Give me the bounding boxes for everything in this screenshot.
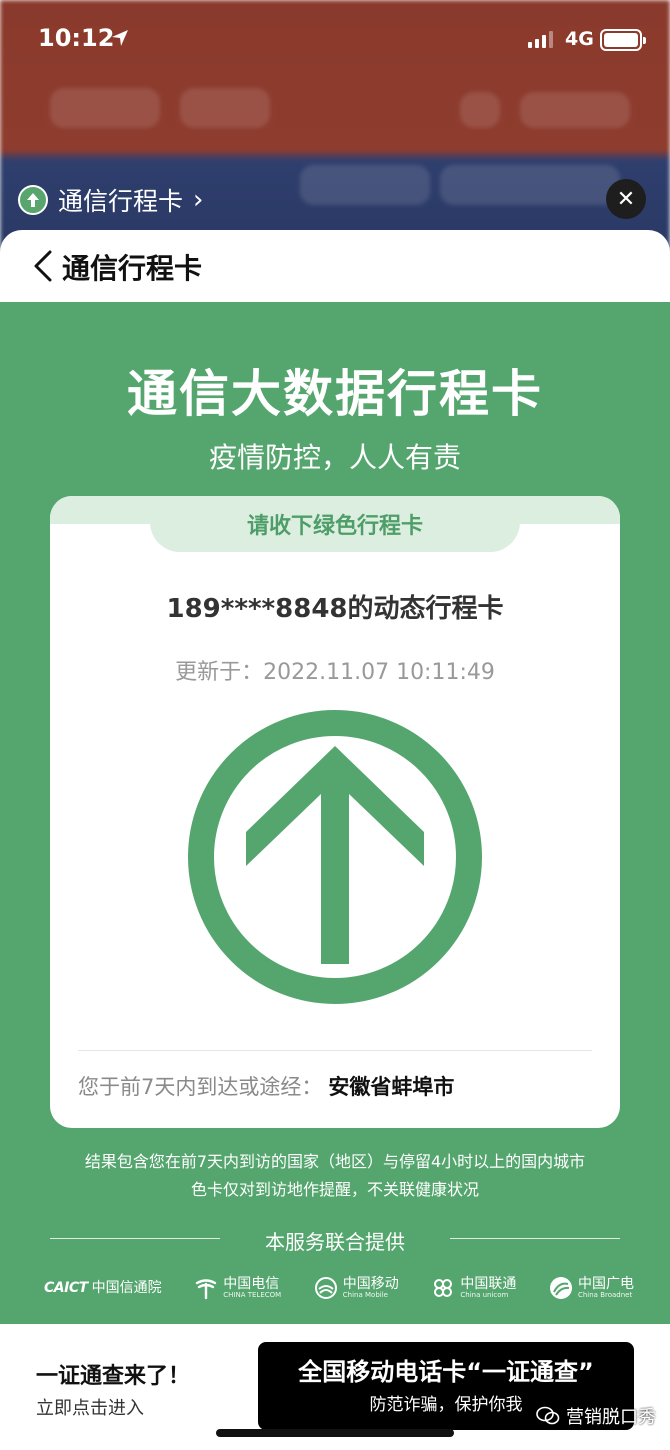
provider-heading-row: 本服务联合提供 [50,1226,620,1254]
status-time: 10:12 [38,24,115,52]
green-arrow-icon [188,710,482,1004]
main-heading: 通信大数据行程卡 [127,365,543,423]
note-line-2: 色卡仅对到访地作提醒，不关联健康状况 [190,1180,479,1199]
china-mobile-icon: 中国移动 China Mobile [314,1276,399,1300]
provider-heading: 本服务联合提供 [265,1230,405,1254]
chevron-right-icon: › [193,185,204,215]
itinerary-card: 请收下绿色行程卡 189****8848的动态行程卡 更新于：2022.11.0… [50,496,620,1128]
route-label: 您于前7天内到达或途经： [78,1075,323,1099]
china-broadnet-icon: 中国广电 China Broadnet [549,1276,634,1300]
china-unicom-icon: 中国联通 China unicom [431,1276,516,1300]
mini-program-link[interactable]: 通信行程卡 › [18,182,203,218]
itinerary-logo-icon [18,185,48,215]
provider-logos: CAICT 中国信通院 中国电信 CHINA TELECOM 中国移动 China … [44,1270,634,1306]
close-icon: ✕ [616,186,636,212]
slogan: 疫情防控，人人有责 [208,441,461,474]
phone-line: 189****8848的动态行程卡 [166,594,504,624]
cellular-signal-icon [528,30,553,48]
route-value: 安徽省蚌埠市 [328,1075,455,1099]
divider-right [450,1238,620,1239]
watermark: 营销脱口秀 [536,1403,656,1429]
mini-program-title: 通信行程卡 [58,187,184,216]
close-button[interactable]: ✕ [606,179,646,219]
note-line-1: 结果包含您在前7天内到访的国家（地区）与停留4小时以上的国内城市 [84,1152,586,1171]
nav-bar: 通信行程卡 [0,230,670,302]
status-bar: 10:12 4G [0,0,670,80]
promo-title: 一证通查来了！ [36,1364,191,1389]
network-type: 4G [565,28,594,50]
watermark-text: 营销脱口秀 [566,1407,656,1428]
card-divider [78,1050,592,1051]
promo-subtitle[interactable]: 立即点击进入 [36,1394,144,1420]
itinerary-sheet: 通信行程卡 通信大数据行程卡 疫情防控，人人有责 请收下绿色行程卡 189***… [0,230,670,1450]
update-time: 更新于：2022.11.07 10:11:49 [175,660,495,685]
route-info: 您于前7天内到达或途经： 安徽省蚌埠市 [78,1071,454,1101]
china-telecom-icon: 中国电信 CHINA TELECOM [194,1276,281,1300]
page-title: 通信行程卡 [62,252,203,285]
location-arrow-icon [112,30,128,46]
promo-banner-title: 全国移动电话卡“一证通查” [298,1358,594,1386]
wechat-icon [536,1406,560,1425]
back-button[interactable] [30,248,58,284]
card-tab-label: 请收下绿色行程卡 [150,496,520,552]
green-panel: 通信大数据行程卡 疫情防控，人人有责 请收下绿色行程卡 189****8848的… [0,302,670,1324]
battery-icon [600,29,646,51]
home-indicator[interactable] [216,1429,454,1437]
caict-logo-icon: CAICT 中国信通院 [44,1280,162,1296]
